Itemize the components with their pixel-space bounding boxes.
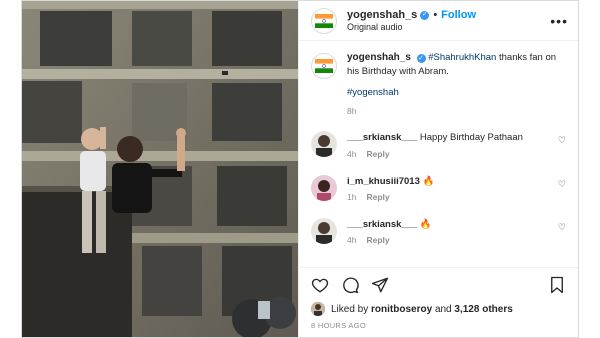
comment-username[interactable]: ___srkiansk___: [347, 132, 417, 143]
video-frame: [22, 1, 298, 337]
comment-username[interactable]: ___srkiansk___: [347, 219, 417, 230]
caption-mention[interactable]: #ShahrukhKhan: [428, 52, 496, 63]
comment-icon[interactable]: [341, 276, 359, 294]
comment-item: ___srkiansk___ Happy Birthday Pathaan 4h…: [311, 131, 566, 160]
comment-time: 4h: [347, 148, 357, 159]
share-icon[interactable]: [371, 276, 389, 294]
commenter-avatar[interactable]: [311, 217, 337, 244]
post-side-panel: yogenshah_s ✓ • Follow Original audio ••…: [298, 1, 578, 337]
author-avatar[interactable]: [311, 7, 337, 34]
right-margin: [578, 0, 600, 338]
reply-button[interactable]: Reply: [366, 149, 389, 161]
heart-icon[interactable]: [311, 276, 329, 294]
likes-prefix: Liked by: [331, 303, 369, 315]
commenter-avatar[interactable]: [311, 131, 337, 158]
caption-hashtag[interactable]: #yogenshah: [347, 86, 566, 99]
comment-text: 🔥: [419, 218, 432, 230]
liker-username[interactable]: ronitboseroy: [371, 304, 432, 315]
india-flag-icon: [315, 13, 333, 28]
bookmark-icon[interactable]: [548, 276, 566, 294]
likes-summary: Liked by ronitboseroy and 3,128 others: [311, 302, 566, 316]
verified-badge-icon: ✓: [420, 10, 430, 20]
comment-time: 4h: [347, 235, 357, 246]
verified-badge-icon: ✓: [416, 54, 426, 64]
left-margin: [0, 0, 22, 338]
likes-and: and: [434, 303, 452, 315]
post-caption: yogenshah_s ✓ #ShahrukhKhan thanks fan o…: [311, 51, 566, 117]
post-timestamp[interactable]: 8 HOURS AGO: [311, 321, 566, 330]
heart-icon[interactable]: ♡: [558, 222, 566, 233]
author-username[interactable]: yogenshah_s: [347, 9, 417, 22]
instagram-post: yogenshah_s ✓ • Follow Original audio ••…: [22, 0, 578, 338]
audio-label[interactable]: Original audio: [347, 22, 550, 33]
post-header: yogenshah_s ✓ • Follow Original audio ••…: [299, 1, 578, 41]
comment-text: Happy Birthday Pathaan: [419, 132, 523, 144]
liker-avatar[interactable]: [311, 302, 325, 316]
comments-section: yogenshah_s ✓ #ShahrukhKhan thanks fan o…: [299, 41, 578, 267]
caption-time: 8h: [347, 105, 357, 116]
comment-item: i_m_khusiii7013 🔥 1h Reply ♡: [311, 174, 566, 204]
more-options-icon[interactable]: •••: [550, 13, 568, 29]
comment-item: ___srkiansk___ 🔥 4h Reply ♡: [311, 217, 566, 247]
follow-button[interactable]: Follow: [441, 9, 476, 22]
india-flag-icon: [315, 59, 333, 73]
comment-text: 🔥: [422, 175, 435, 187]
post-actions: Liked by ronitboseroy and 3,128 others 8…: [299, 267, 578, 337]
post-video[interactable]: [22, 1, 298, 337]
heart-icon[interactable]: ♡: [558, 135, 566, 146]
caption-avatar[interactable]: [311, 53, 337, 79]
comment-username[interactable]: i_m_khusiii7013: [347, 176, 420, 187]
reply-button[interactable]: Reply: [366, 235, 389, 247]
comment-time: 1h: [347, 191, 357, 202]
caption-username[interactable]: yogenshah_s: [347, 52, 411, 63]
reply-button[interactable]: Reply: [366, 192, 389, 204]
likes-count[interactable]: 3,128 others: [454, 304, 512, 315]
heart-icon[interactable]: ♡: [558, 179, 566, 190]
commenter-avatar[interactable]: [311, 174, 337, 201]
separator-dot: •: [433, 8, 438, 21]
